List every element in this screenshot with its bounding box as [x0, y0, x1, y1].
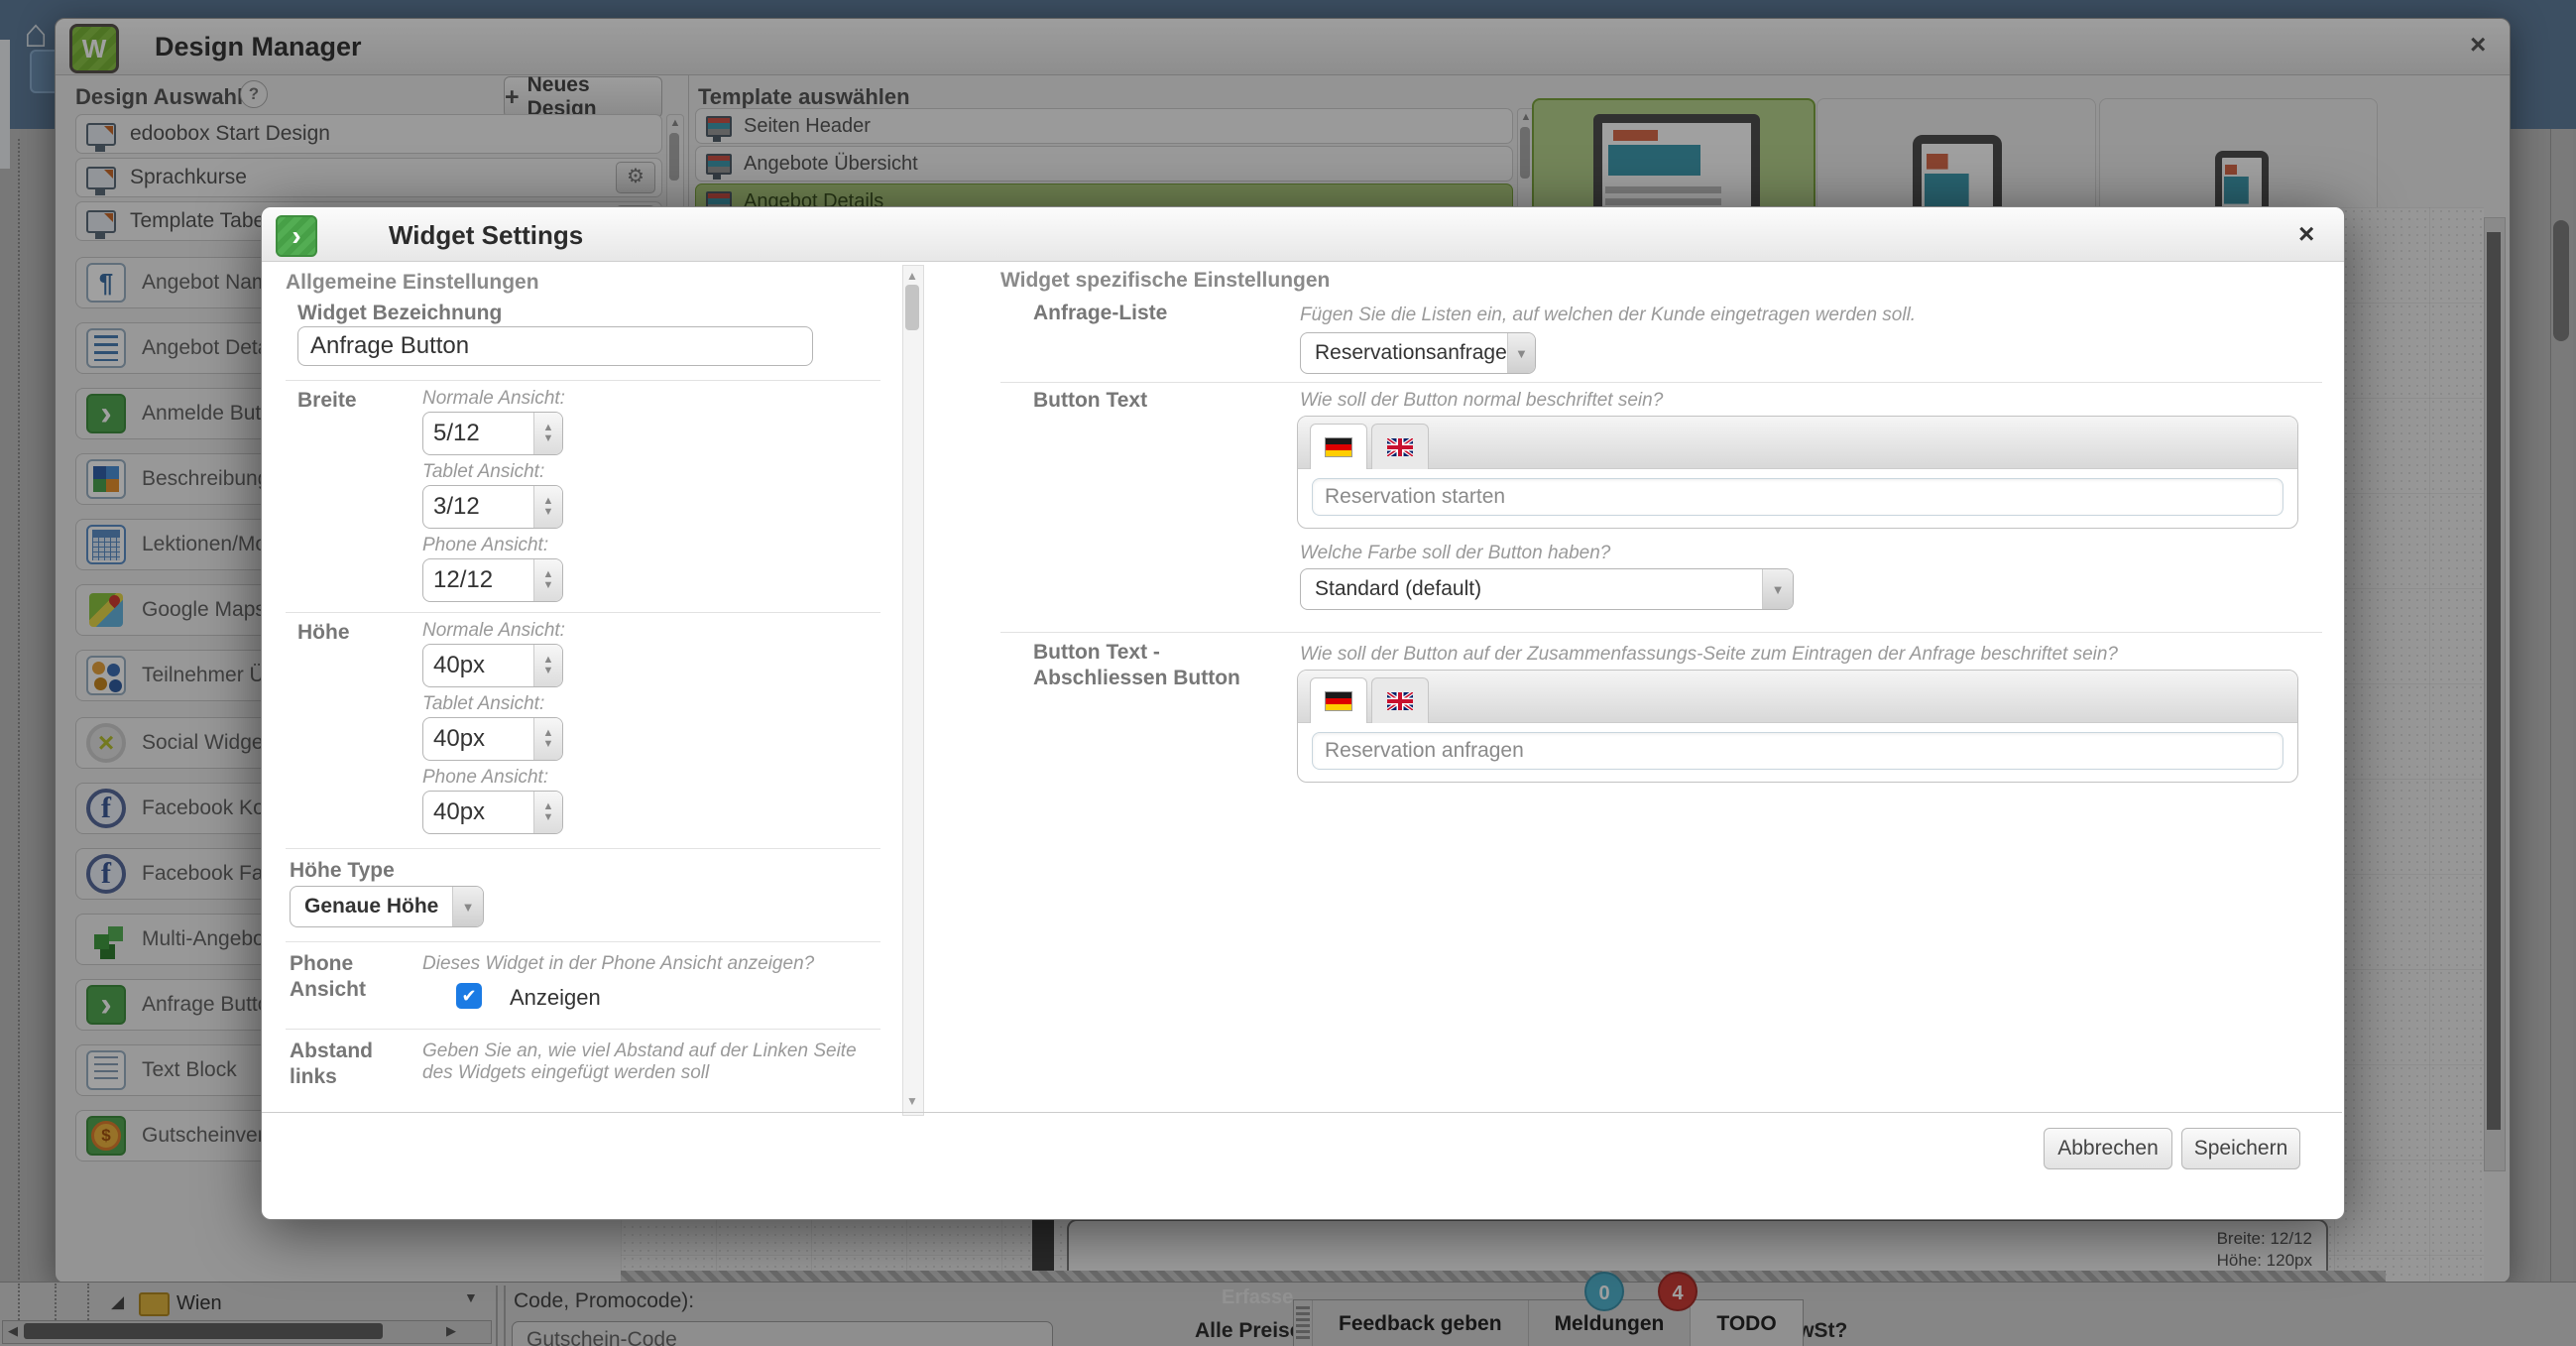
phone-ansicht-hint: Phone Ansicht:: [422, 535, 548, 556]
divider: [286, 380, 880, 381]
hoehe-phone-spinner[interactable]: 40px ▲▼: [422, 791, 563, 834]
abschliessen-hint: Wie soll der Button auf der Zusammenfass…: [1300, 644, 2118, 666]
spin-down-icon[interactable]: ▼: [543, 667, 554, 675]
normale-ansicht-hint: Normale Ansicht:: [422, 620, 565, 642]
phone-ansicht-hint: Phone Ansicht:: [422, 767, 548, 789]
screen: ⌂ W Design Manager × Design Auswahl ? + …: [0, 0, 2576, 1346]
spinner-buttons[interactable]: ▲▼: [533, 413, 562, 454]
abstand-links-label: Abstand links: [290, 1039, 409, 1090]
spinner-value[interactable]: 5/12: [423, 413, 533, 454]
tablet-ansicht-hint: Tablet Ansicht:: [422, 461, 544, 483]
modal-scrollbar-thumb[interactable]: [905, 285, 919, 330]
spinner-value[interactable]: 40px: [423, 792, 533, 833]
widget-name-label: Widget Bezeichnung: [297, 301, 502, 326]
uk-flag-icon: [1387, 438, 1413, 456]
spin-up-icon[interactable]: ▲: [543, 802, 554, 811]
spin-up-icon[interactable]: ▲: [543, 729, 554, 738]
spinner-buttons[interactable]: ▲▼: [533, 486, 562, 528]
select-value: Genaue Höhe: [291, 887, 452, 926]
footer-divider: [262, 1112, 2342, 1113]
anzeigen-label: Anzeigen: [510, 985, 601, 1011]
normale-ansicht-hint: Normale Ansicht:: [422, 388, 565, 410]
breite-normal-spinner[interactable]: 5/12 ▲▼: [422, 412, 563, 455]
button-text-hint: Wie soll der Button normal beschriftet s…: [1300, 390, 1663, 412]
spin-down-icon[interactable]: ▼: [543, 434, 554, 443]
chevron-down-icon[interactable]: ▼: [1507, 333, 1535, 373]
spinner-buttons[interactable]: ▲▼: [533, 718, 562, 760]
tab-language-english[interactable]: [1371, 677, 1429, 723]
hoehe-label: Höhe: [297, 620, 350, 646]
tab-language-german[interactable]: [1310, 424, 1367, 469]
abschliessen-text-input[interactable]: Reservation anfragen: [1312, 732, 2283, 770]
hoehe-normal-spinner[interactable]: 40px ▲▼: [422, 644, 563, 687]
spinner-value[interactable]: 40px: [423, 718, 533, 760]
modal-scrollbar[interactable]: [902, 265, 924, 1116]
phone-ansicht-question-hint: Dieses Widget in der Phone Ansicht anzei…: [422, 953, 814, 975]
general-section-title: Allgemeine Einstellungen: [286, 271, 539, 295]
spin-down-icon[interactable]: ▼: [543, 581, 554, 590]
general-settings-column: Allgemeine Einstellungen Widget Bezeichn…: [282, 263, 890, 1116]
scroll-up-icon[interactable]: ▲: [902, 269, 922, 283]
chevron-down-icon[interactable]: ▼: [452, 887, 483, 926]
spinner-buttons[interactable]: ▲▼: [533, 645, 562, 686]
german-flag-icon: [1325, 437, 1352, 457]
tablet-ansicht-hint: Tablet Ansicht:: [422, 693, 544, 715]
language-tabs: [1298, 671, 2297, 723]
phone-ansicht-label: Phone Ansicht: [290, 951, 409, 1003]
divider: [286, 941, 880, 942]
scroll-down-icon[interactable]: ▼: [902, 1094, 922, 1108]
anfrage-liste-label: Anfrage-Liste: [1033, 301, 1167, 326]
abschliessen-lang-box: Reservation anfragen: [1297, 670, 2298, 783]
select-value: Standard (default): [1301, 569, 1762, 609]
button-text-input[interactable]: Reservation starten: [1312, 478, 2283, 516]
widget-settings-icon: ›: [276, 215, 317, 257]
widget-settings-modal: › Widget Settings × Allgemeine Einstellu…: [261, 206, 2345, 1220]
chevron-down-icon[interactable]: ▼: [1762, 569, 1793, 609]
button-color-select[interactable]: Standard (default) ▼: [1300, 568, 1794, 610]
specific-section-title: Widget spezifische Einstellungen: [1000, 269, 1330, 293]
button-text-lang-box: Reservation starten: [1297, 416, 2298, 529]
save-button[interactable]: Speichern: [2181, 1128, 2300, 1169]
spinner-value[interactable]: 3/12: [423, 486, 533, 528]
modal-title: Widget Settings: [389, 220, 583, 251]
modal-close-icon[interactable]: ×: [2298, 218, 2314, 250]
button-text-label: Button Text: [1033, 388, 1147, 414]
breite-tablet-spinner[interactable]: 3/12 ▲▼: [422, 485, 563, 529]
button-color-hint: Welche Farbe soll der Button haben?: [1300, 543, 1610, 564]
hoehe-tablet-spinner[interactable]: 40px ▲▼: [422, 717, 563, 761]
spin-up-icon[interactable]: ▲: [543, 497, 554, 506]
abschliessen-button-label: Button Text - Abschliessen Button: [1033, 640, 1291, 691]
anzeigen-checkbox[interactable]: ✔: [456, 983, 482, 1009]
cancel-button[interactable]: Abbrechen: [2044, 1128, 2172, 1169]
divider: [1000, 632, 2322, 633]
language-tabs: [1298, 417, 2297, 469]
abstand-hint: Geben Sie an, wie viel Abstand auf der L…: [422, 1040, 859, 1084]
divider: [286, 1029, 880, 1030]
spin-up-icon[interactable]: ▲: [543, 570, 554, 579]
tab-language-english[interactable]: [1371, 424, 1429, 469]
divider: [1000, 382, 2322, 383]
spin-up-icon[interactable]: ▲: [543, 656, 554, 665]
spin-down-icon[interactable]: ▼: [543, 740, 554, 749]
spin-up-icon[interactable]: ▲: [543, 424, 554, 432]
spinner-value[interactable]: 40px: [423, 645, 533, 686]
breite-phone-spinner[interactable]: 12/12 ▲▼: [422, 558, 563, 602]
spin-down-icon[interactable]: ▼: [543, 508, 554, 517]
anfrage-liste-hint: Fügen Sie die Listen ein, auf welchen de…: [1300, 305, 1916, 326]
tab-language-german[interactable]: [1310, 677, 1367, 723]
spin-down-icon[interactable]: ▼: [543, 813, 554, 822]
select-value: Reservationsanfrage: [1301, 333, 1507, 373]
hoehe-type-select[interactable]: Genaue Höhe ▼: [290, 886, 484, 927]
spinner-value[interactable]: 12/12: [423, 559, 533, 601]
divider: [286, 848, 880, 849]
spinner-buttons[interactable]: ▲▼: [533, 559, 562, 601]
breite-label: Breite: [297, 388, 357, 414]
hoehe-type-label: Höhe Type: [290, 858, 395, 884]
widget-name-input[interactable]: Anfrage Button: [297, 326, 813, 366]
divider: [286, 612, 880, 613]
german-flag-icon: [1325, 691, 1352, 711]
spinner-buttons[interactable]: ▲▼: [533, 792, 562, 833]
uk-flag-icon: [1387, 692, 1413, 710]
anfrage-liste-select[interactable]: Reservationsanfrage ▼: [1300, 332, 1536, 374]
